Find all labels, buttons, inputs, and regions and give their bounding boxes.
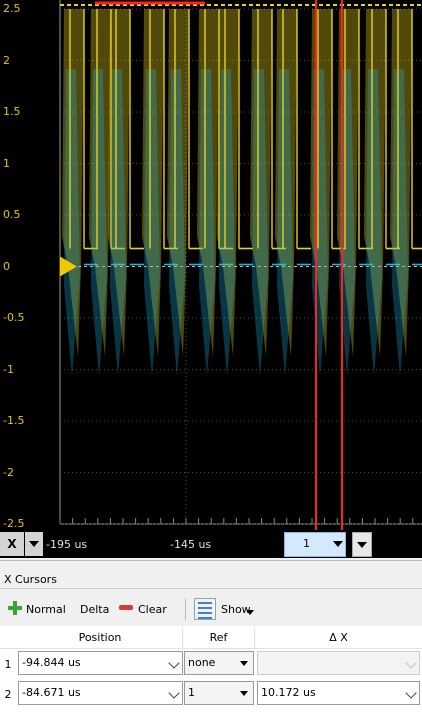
cursor-select-value: 1: [303, 537, 310, 550]
chevron-down-icon: [405, 657, 417, 669]
delta-button[interactable]: Delta: [80, 603, 109, 616]
chevron-down-icon: [168, 657, 180, 669]
y-tick-label: 1.5: [3, 105, 21, 118]
x-axis-label[interactable]: X: [0, 532, 24, 556]
cursor-menu-button[interactable]: [352, 532, 372, 557]
scope-plot[interactable]: 2.5 2 1.5 1 0.5 0 -0.5 -1 -1.5 -2 -2.5: [0, 0, 422, 530]
y-tick-label: -1.5: [3, 414, 25, 427]
minus-icon[interactable]: [119, 605, 133, 610]
plus-icon[interactable]: [8, 601, 22, 615]
y-tick-label: -0.5: [3, 311, 25, 324]
chevron-down-icon: [240, 691, 248, 696]
ref-select[interactable]: 1: [184, 681, 254, 705]
delta-field: [257, 651, 420, 675]
x-axis-bar: X -195 us -145 us 1: [0, 530, 422, 558]
chevron-down-icon: [405, 687, 417, 699]
panel-title: X Cursors: [4, 573, 57, 586]
divider: [0, 648, 422, 649]
y-tick-label: 0.5: [3, 208, 21, 221]
column-header-delta[interactable]: Δ X: [255, 628, 422, 648]
position-value: -84.671 us: [22, 686, 81, 699]
x-axis-dropdown[interactable]: [25, 532, 43, 556]
chevron-down-icon: [168, 687, 180, 699]
ref-value: 1: [188, 686, 195, 699]
chevron-down-icon: [333, 541, 343, 547]
delta-field[interactable]: 10.172 us: [257, 681, 420, 705]
chevron-down-icon: [240, 661, 248, 666]
column-header-ref[interactable]: Ref: [183, 628, 255, 648]
position-field[interactable]: -94.844 us: [18, 651, 183, 675]
y-tick-label: 1: [3, 156, 10, 170]
waveform-canvas[interactable]: [0, 0, 422, 530]
chevron-down-icon: [29, 541, 39, 547]
toolbar-divider: [185, 598, 186, 620]
y-tick-label: -1: [3, 362, 14, 376]
row-index: 2: [4, 688, 12, 701]
x-tick-label: -195 us: [46, 538, 88, 551]
y-tick-label: -2.5: [3, 517, 25, 530]
ref-select[interactable]: none: [184, 651, 254, 675]
list-icon[interactable]: [194, 598, 216, 620]
divider: [0, 588, 422, 589]
position-field[interactable]: -84.671 us: [18, 681, 183, 705]
y-tick-label: -2: [3, 465, 14, 479]
x-tick-label: -145 us: [170, 538, 212, 551]
y-tick-label: 2.5: [3, 2, 21, 15]
ref-value: none: [188, 656, 216, 669]
chevron-down-icon[interactable]: [246, 610, 254, 615]
normal-button[interactable]: Normal: [26, 603, 66, 616]
column-header-position[interactable]: Position: [18, 628, 183, 648]
delta-value: 10.172 us: [261, 686, 316, 699]
position-value: -94.844 us: [22, 656, 81, 669]
y-tick-label: 0: [3, 259, 10, 273]
chevron-down-icon: [357, 542, 367, 548]
row-index: 1: [4, 658, 12, 671]
y-tick-label: 2: [3, 53, 10, 67]
cursor-select-dropdown[interactable]: [330, 532, 346, 557]
clear-button[interactable]: Clear: [138, 603, 167, 616]
